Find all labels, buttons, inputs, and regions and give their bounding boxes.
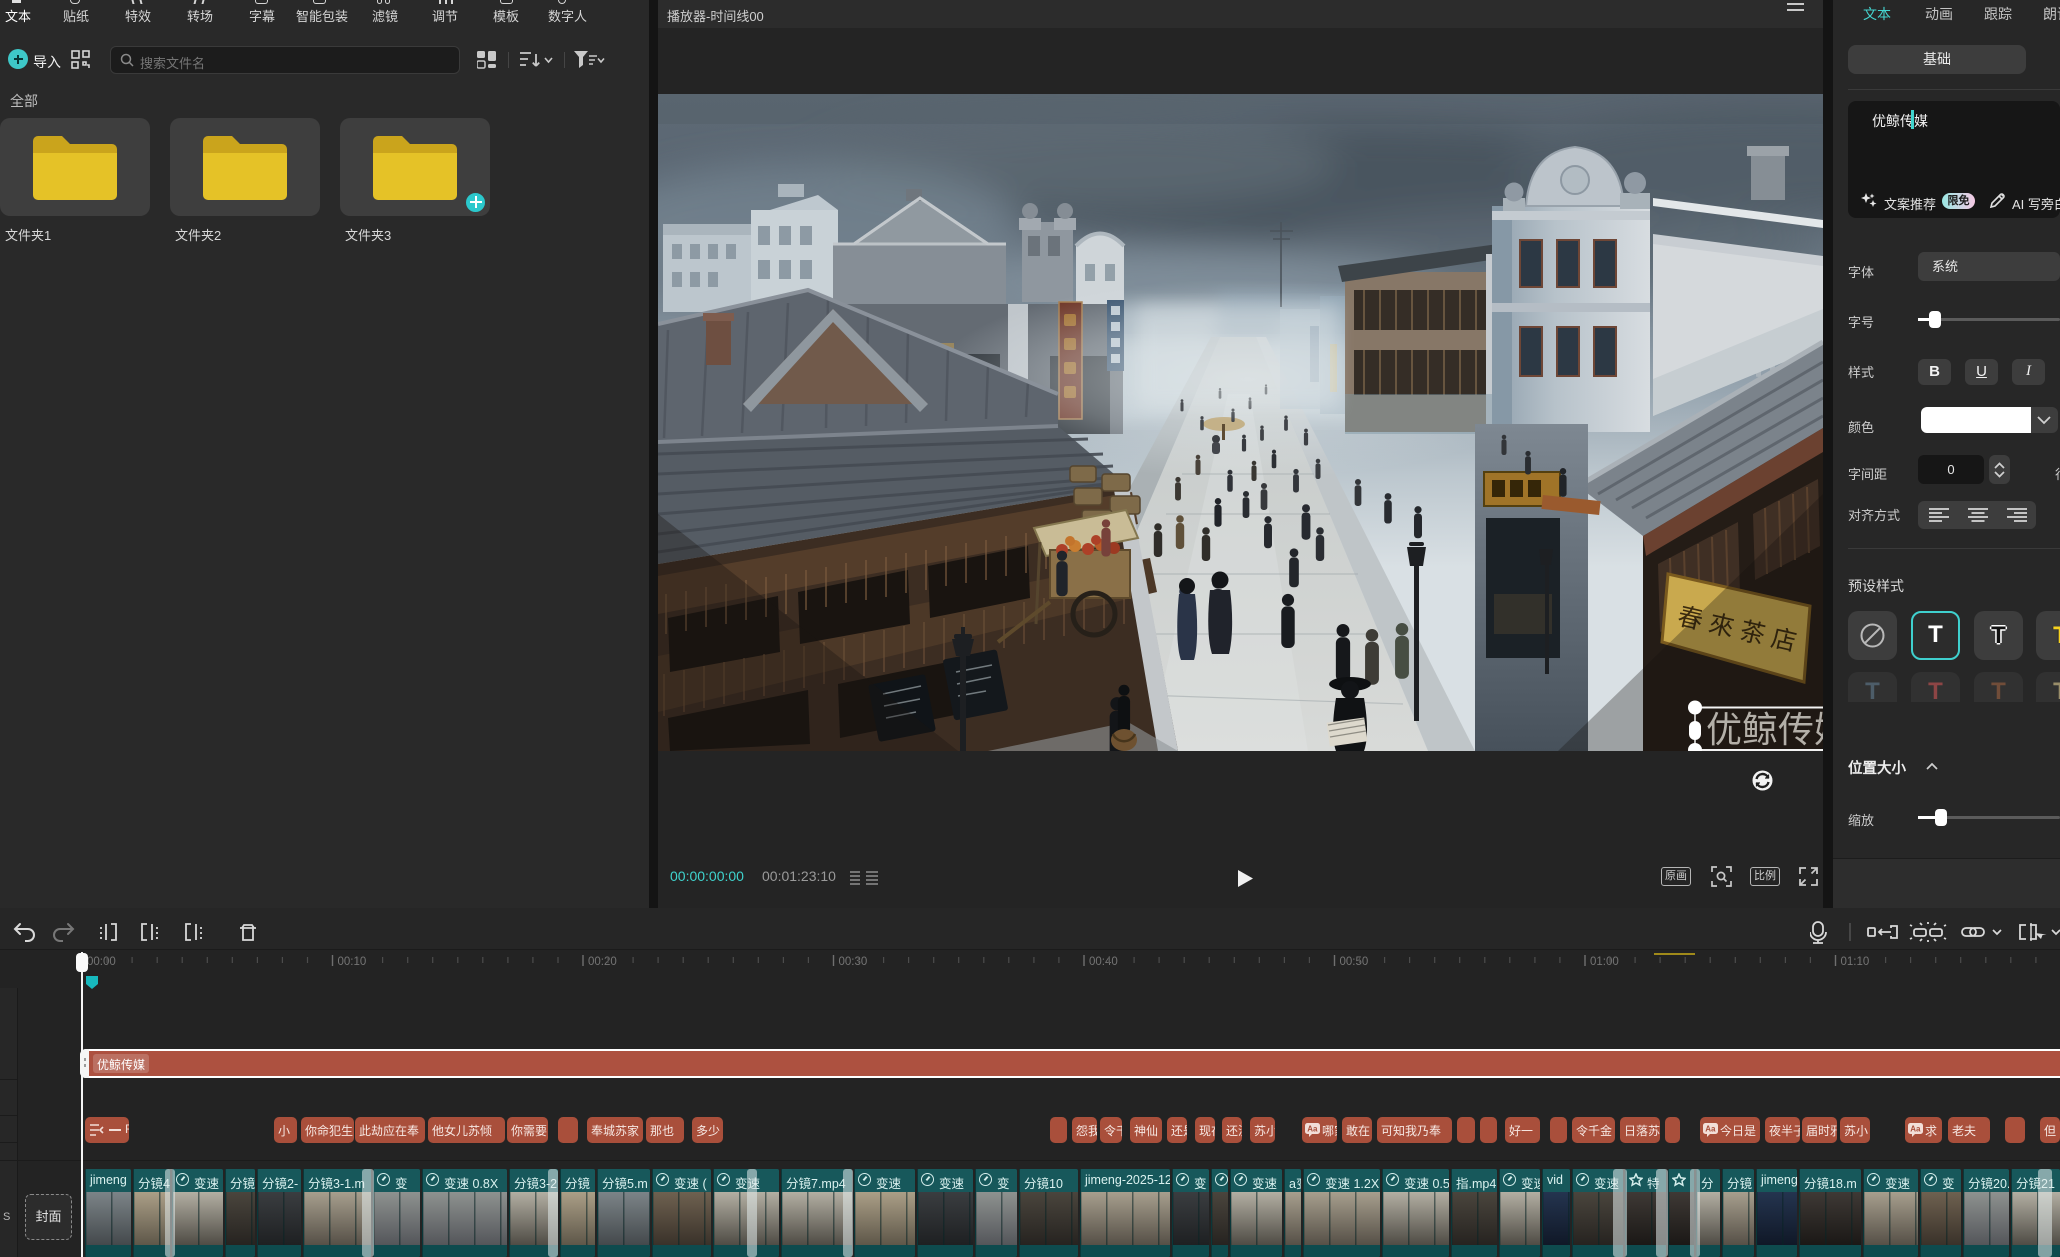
svg-text:00:10: 00:10 (338, 956, 367, 968)
svg-text:优鲸传媒: 优鲸传媒 (1706, 709, 1823, 750)
svg-text:00:20: 00:20 (588, 956, 617, 968)
svg-text:00:40: 00:40 (1089, 956, 1118, 968)
svg-text:00:30: 00:30 (839, 956, 868, 968)
svg-text:00:00: 00:00 (87, 956, 116, 968)
svg-text:01:00: 01:00 (1590, 956, 1619, 968)
svg-text:Aa: Aa (1307, 1125, 1318, 1134)
svg-text:01:10: 01:10 (1841, 956, 1870, 968)
svg-text:00:50: 00:50 (1340, 956, 1369, 968)
svg-text:Aa: Aa (1910, 1125, 1921, 1134)
svg-text:Aa: Aa (1705, 1125, 1716, 1134)
